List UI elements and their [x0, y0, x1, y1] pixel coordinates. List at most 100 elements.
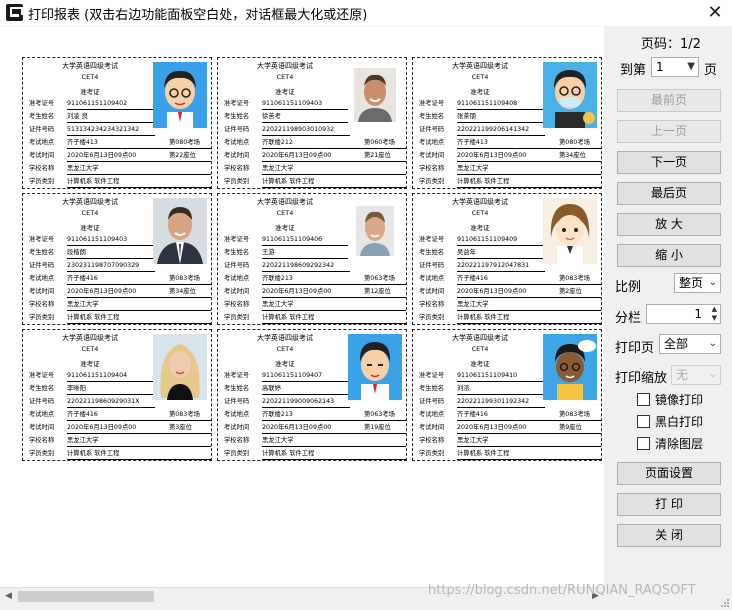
ticket-underline — [457, 258, 545, 259]
ticket-underline — [67, 433, 211, 434]
ticket-field-value: 齐联楼213 — [262, 411, 293, 418]
ticket-field-value: 2020年6月13日09点00 — [457, 152, 527, 159]
ticket-field-value: 911061151109407 — [262, 372, 323, 379]
ticket-field-value: 220221197912047831 — [457, 262, 530, 269]
student-photo — [543, 198, 597, 264]
watermark-text: https://blog.csdn.net/RUNQIAN_RAQSOFT — [428, 583, 696, 598]
ticket-heading: 准考证 — [80, 88, 100, 96]
ticket-heading: 准考证 — [275, 360, 295, 368]
preview-blank-area — [0, 472, 604, 587]
ticket-field-label: 考试时间 — [224, 424, 250, 431]
ticket-row: 学校名称 黑龙江大学 — [224, 299, 407, 310]
ticket-underline — [67, 420, 211, 421]
ticket-row: 考试时间 2020年6月13日09点00 第12座位 — [224, 286, 407, 297]
first-page-button[interactable]: 最前页 — [617, 89, 721, 112]
ticket-field-value: 513134234234321342 — [67, 126, 140, 133]
columns-label: 分栏 — [615, 311, 642, 326]
ticket-row: 学校名称 黑龙江大学 — [29, 299, 212, 310]
clear-layers-checkbox[interactable] — [637, 437, 650, 450]
ticket-row: 考试时间 2020年6月13日09点00 第21座位 — [224, 150, 407, 161]
ticket-underline — [262, 446, 406, 447]
last-page-button[interactable]: 最后页 — [617, 182, 721, 205]
ticket-field-label: 证件号码 — [419, 126, 445, 133]
ticket-field-label: 考试时间 — [29, 288, 55, 295]
admission-ticket: 大学英语四级考试 CET4 准考证 准考证号 911061151109402 考生姓名… — [22, 57, 212, 189]
scroll-left-icon[interactable]: ◀ — [0, 588, 17, 605]
ticket-field-value: 齐子楼416 — [67, 411, 98, 418]
ticket-underline — [262, 407, 350, 408]
prev-page-button[interactable]: 上一页 — [617, 120, 721, 143]
ticket-underline — [262, 310, 406, 311]
scale-select[interactable]: 整页 ⌄ — [674, 273, 721, 293]
ticket-underline — [457, 446, 601, 447]
ticket-row: 学员类别 计算机系 软件工程 — [29, 312, 212, 323]
scale-label: 比例 — [615, 280, 642, 295]
ticket-underline — [457, 271, 545, 272]
print-button[interactable]: 打 印 — [617, 493, 721, 516]
ticket-row: 考试地点 齐子楼416 第083考场 — [29, 409, 212, 420]
ticket-underline — [67, 161, 211, 162]
ticket-underline — [457, 381, 545, 382]
ticket-field-label: 证件号码 — [224, 262, 250, 269]
student-photo — [348, 62, 402, 128]
ticket-field-value: 计算机系 软件工程 — [67, 178, 120, 185]
print-zoom-select[interactable]: 无 ⌄ — [671, 365, 721, 385]
ticket-field-value: 黑龙江大学 — [457, 437, 489, 444]
ticket-row: 学校名称 黑龙江大学 — [29, 435, 212, 446]
spin-arrows-icon[interactable]: ▲ ▼ — [712, 305, 717, 323]
ticket-field-value: 徐苦考 — [262, 113, 281, 120]
ticket-field-value: 第21座位 — [364, 152, 391, 159]
ticket-row: 考试时间 2020年6月13日09点00 第34座位 — [29, 286, 212, 297]
ticket-field-value: 2020年6月13日09点00 — [67, 288, 137, 295]
bw-print-label: 黑白打印 — [655, 415, 704, 429]
ticket-field-label: 考生姓名 — [419, 113, 445, 120]
goto-suffix: 页 — [704, 63, 718, 78]
print-pages-select[interactable]: 全部 ⌄ — [659, 334, 721, 354]
ticket-underline — [457, 245, 545, 246]
print-preview-area[interactable]: 大学英语四级考试 CET4 准考证 准考证号 911061151109402 考生姓名… — [0, 27, 604, 587]
ticket-row: 学校名称 黑龙江大学 — [419, 163, 602, 174]
ticket-underline — [67, 122, 155, 123]
ticket-field-value: 2020年6月13日09点00 — [457, 424, 527, 431]
resize-grip-icon[interactable] — [720, 598, 730, 608]
ticket-field-label: 学校名称 — [224, 165, 250, 172]
ticket-field-value: 齐子楼416 — [457, 275, 488, 282]
next-page-button[interactable]: 下一页 — [617, 151, 721, 174]
print-zoom-label: 打印缩放 — [615, 371, 668, 386]
ticket-heading: 准考证 — [470, 88, 490, 96]
zoom-in-button[interactable]: 放 大 — [617, 213, 721, 236]
ticket-field-value: 黑龙江大学 — [67, 301, 99, 308]
ticket-field-value: 王游 — [262, 249, 275, 256]
ticket-field-label: 学员类别 — [29, 450, 55, 457]
ticket-underline — [457, 187, 601, 188]
ticket-row: 考试地点 齐子楼416 第083考场 — [419, 409, 602, 420]
bw-print-checkbox[interactable] — [637, 415, 650, 428]
function-panel: 页码：1/2 到第 1 ▼ 页 最前页 上一页 下一页 最后页 放 大 缩 小 … — [605, 27, 732, 587]
ticket-row: 学校名称 黑龙江大学 — [224, 435, 407, 446]
ticket-underline — [67, 446, 211, 447]
columns-stepper[interactable]: 1 ▲ ▼ — [646, 304, 721, 324]
ticket-field-label: 考试地点 — [29, 275, 55, 282]
close-button[interactable]: 关 闭 — [617, 524, 721, 547]
ticket-field-value: 黑龙江大学 — [457, 165, 489, 172]
ticket-underline — [457, 148, 601, 149]
ticket-field-label: 准考证号 — [29, 236, 55, 243]
ticket-field-value: 齐子楼413 — [457, 139, 488, 146]
scrollbar-thumb[interactable] — [18, 591, 154, 602]
ticket-row: 考试地点 齐联楼212 第060考场 — [224, 137, 407, 148]
ticket-field-value: 计算机系 软件工程 — [457, 314, 510, 321]
ticket-underline — [262, 433, 406, 434]
ticket-field-value: 2020年6月13日09点00 — [457, 288, 527, 295]
ticket-field-label: 考试地点 — [224, 411, 250, 418]
ticket-field-value: 第083考场 — [559, 275, 590, 282]
goto-page-select[interactable]: 1 ▼ — [651, 57, 699, 77]
zoom-out-button[interactable]: 缩 小 — [617, 244, 721, 267]
page-setup-button[interactable]: 页面设置 — [617, 462, 721, 485]
ticket-field-value: 李晰阳 — [67, 385, 86, 392]
close-icon[interactable]: ✕ — [704, 2, 726, 24]
ticket-underline — [262, 258, 350, 259]
ticket-row: 学校名称 黑龙江大学 — [419, 435, 602, 446]
ticket-field-label: 学校名称 — [224, 437, 250, 444]
mirror-print-checkbox[interactable] — [637, 393, 650, 406]
title-bar: 打印报表 (双击右边功能面板空白处，对话框最大化或还原) ✕ — [0, 0, 732, 26]
